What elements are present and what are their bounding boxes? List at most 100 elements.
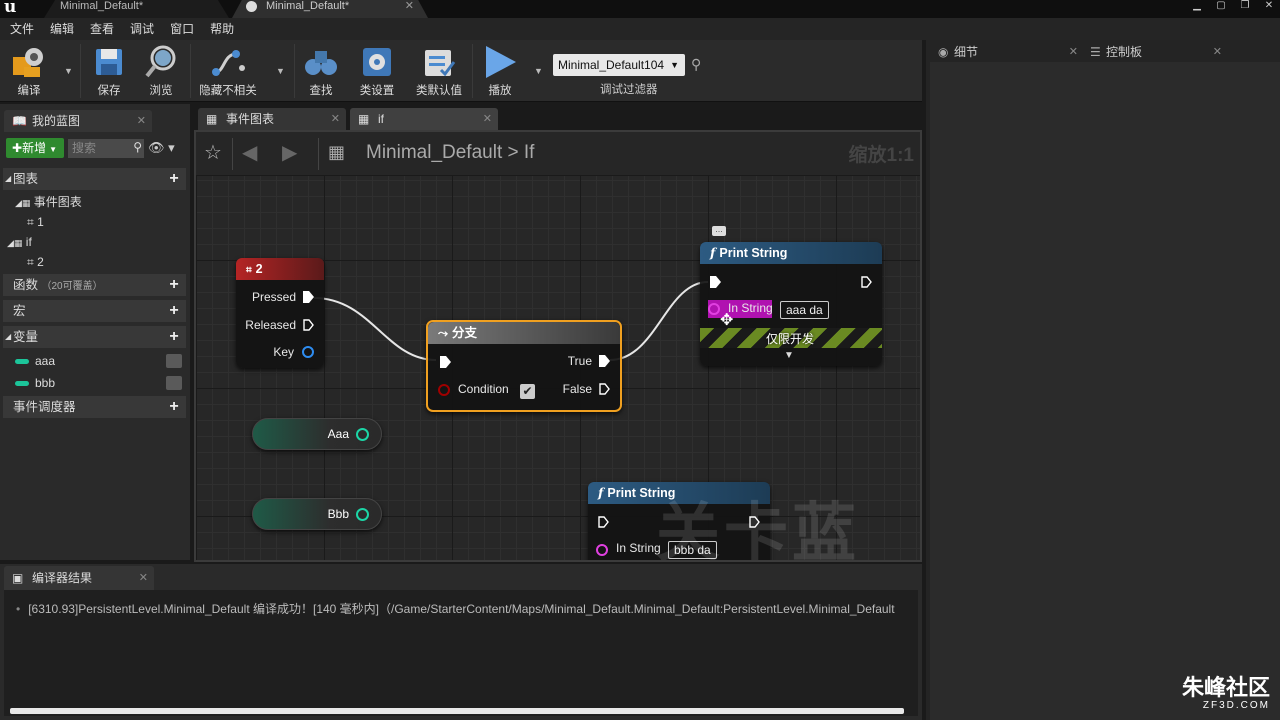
class-settings-button[interactable]: 类设置 bbox=[355, 42, 399, 100]
section-functions[interactable]: 函数 （20可覆盖） + bbox=[3, 274, 186, 296]
section-macros[interactable]: 宏 + bbox=[3, 300, 186, 322]
class-defaults-button[interactable]: 类默认值 bbox=[412, 42, 466, 100]
hide-unrelated-button[interactable]: 隐藏不相关 bbox=[196, 42, 260, 100]
exec-pin-out[interactable] bbox=[861, 276, 872, 288]
branch-node[interactable]: ⤳ 分支 True Condition ✔ False bbox=[426, 320, 622, 412]
search-input[interactable]: 搜索 ⚲ bbox=[68, 139, 144, 158]
browse-button[interactable]: 浏览 bbox=[140, 42, 182, 100]
data-pin-bool[interactable] bbox=[356, 508, 369, 521]
get-variable-aaa-node[interactable]: Aaa bbox=[252, 418, 382, 450]
visibility-toggle[interactable] bbox=[166, 354, 182, 368]
restore-icon[interactable]: ❐ bbox=[1240, 0, 1250, 14]
minimize-icon[interactable]: ▁ bbox=[1192, 0, 1202, 14]
add-new-button[interactable]: ✚新增 ▼ bbox=[6, 138, 64, 158]
menu-debug[interactable]: 调试 bbox=[126, 18, 166, 40]
close-icon[interactable]: ✕ bbox=[1069, 42, 1078, 62]
expand-advanced-icon[interactable]: ▼ bbox=[784, 350, 794, 361]
comment-bubble-icon[interactable]: … bbox=[712, 226, 726, 236]
section-event-dispatchers[interactable]: 事件调度器 + bbox=[3, 396, 186, 418]
menu-file[interactable]: 文件 bbox=[6, 18, 46, 40]
debug-filter-select[interactable]: Minimal_Default104 ▼ bbox=[553, 54, 685, 76]
graph-icon: ▦ bbox=[206, 112, 218, 126]
tree-item-event-2[interactable]: ⌗ 2 bbox=[3, 252, 186, 272]
search-placeholder: 搜索 bbox=[72, 141, 97, 155]
menu-view[interactable]: 查看 bbox=[86, 18, 126, 40]
data-pin-condition[interactable] bbox=[438, 384, 450, 396]
tree-item-event-graph[interactable]: ◢▦ 事件图表 bbox=[3, 192, 186, 212]
toolbar-divider bbox=[294, 44, 295, 98]
play-options-icon[interactable]: ▼ bbox=[534, 66, 543, 76]
document-tab-2[interactable]: Minimal_Default* ✕ bbox=[232, 0, 428, 18]
pin-key-label: Key bbox=[273, 345, 294, 359]
brand-watermark: 朱峰社区 ZF3D.COM bbox=[1182, 676, 1270, 712]
add-dispatcher-icon[interactable]: + bbox=[166, 396, 182, 418]
tab-if[interactable]: ▦ if ✕ bbox=[350, 108, 498, 130]
pin-false-label: False bbox=[562, 382, 592, 396]
tab-compiler-results[interactable]: ▣ 编译器结果 ✕ bbox=[4, 566, 154, 590]
add-variable-icon[interactable]: + bbox=[166, 326, 182, 348]
close-icon[interactable]: ✕ bbox=[483, 108, 492, 130]
play-button[interactable]: 播放 bbox=[478, 42, 522, 100]
save-label: 保存 bbox=[97, 85, 121, 97]
exec-pin-false[interactable] bbox=[599, 383, 610, 395]
print-string-node-1[interactable]: f Print String In String aaa da 仅限开发 ▼ bbox=[700, 242, 882, 366]
exec-pin-released[interactable] bbox=[303, 319, 314, 331]
in-string-input[interactable]: aaa da bbox=[780, 301, 829, 319]
level-icon bbox=[246, 1, 257, 12]
search-icon[interactable]: ⚲ bbox=[691, 56, 701, 73]
condition-checkbox[interactable]: ✔ bbox=[520, 384, 535, 399]
graph-editor[interactable]: ☆ ◀ ▶ ▦ Minimal_Default > If 缩放1:1 ⌗ 2 Pr… bbox=[194, 130, 922, 562]
log-line[interactable]: • [6310.93]PersistentLevel.Minimal_Defaul… bbox=[16, 600, 912, 617]
node-title: Print String bbox=[719, 246, 788, 260]
tree-item-event-1[interactable]: ⌗ 1 bbox=[3, 212, 186, 232]
exec-pin-pressed[interactable] bbox=[303, 291, 314, 303]
close-window-icon[interactable]: ✕ bbox=[1264, 0, 1274, 14]
eye-icon[interactable]: 👁 ▾ bbox=[148, 140, 175, 156]
exec-pin-in[interactable] bbox=[440, 356, 451, 368]
find-button[interactable]: 查找 bbox=[300, 42, 342, 100]
compile-button[interactable]: 编译 bbox=[6, 42, 52, 100]
save-button[interactable]: 保存 bbox=[88, 42, 130, 100]
close-icon[interactable]: ✕ bbox=[137, 110, 146, 132]
visibility-toggle[interactable] bbox=[166, 376, 182, 390]
document-tab-1[interactable]: Minimal_Default* bbox=[44, 0, 229, 18]
section-graphs[interactable]: ◢ 图表 + bbox=[3, 168, 186, 190]
menu-help[interactable]: 帮助 bbox=[206, 18, 246, 40]
tree-item-if[interactable]: ◢▦ if bbox=[3, 232, 186, 252]
data-pin-bool[interactable] bbox=[356, 428, 369, 441]
close-icon[interactable]: ✕ bbox=[331, 108, 340, 130]
get-variable-bbb-node[interactable]: Bbb bbox=[252, 498, 382, 530]
tab-my-blueprint[interactable]: 📖 我的蓝图 ✕ bbox=[4, 110, 152, 132]
hide-unrelated-options-icon[interactable]: ▼ bbox=[276, 66, 285, 76]
key-event-node[interactable]: ⌗ 2 Pressed Released Key bbox=[236, 258, 324, 368]
compile-options-icon[interactable]: ▼ bbox=[64, 66, 73, 76]
exec-pin-true[interactable] bbox=[599, 355, 610, 367]
maximize-icon[interactable]: ▢ bbox=[1216, 0, 1226, 14]
wire-true-to-print bbox=[609, 281, 709, 361]
data-pin-in-string[interactable] bbox=[596, 544, 608, 556]
data-pin-in-string[interactable] bbox=[708, 303, 720, 315]
variable-item-aaa[interactable]: aaa bbox=[3, 351, 186, 371]
tab-details[interactable]: ◉ 细节 ✕ bbox=[934, 42, 1082, 62]
section-variables[interactable]: ◢ 变量 + bbox=[3, 326, 186, 348]
tab-palette[interactable]: ☰ 控制板 ✕ bbox=[1086, 42, 1226, 62]
node-graph-icon bbox=[196, 42, 260, 82]
add-graph-icon[interactable]: + bbox=[166, 168, 182, 190]
data-pin-key[interactable] bbox=[302, 346, 314, 358]
tab-event-graph[interactable]: ▦ 事件图表 ✕ bbox=[198, 108, 346, 130]
menu-edit[interactable]: 编辑 bbox=[46, 18, 86, 40]
variable-item-bbb[interactable]: bbb bbox=[3, 373, 186, 393]
exec-pin-in[interactable] bbox=[598, 516, 609, 528]
close-icon[interactable]: ✕ bbox=[139, 566, 148, 590]
exec-pin-in[interactable] bbox=[710, 276, 721, 288]
add-function-icon[interactable]: + bbox=[166, 274, 182, 296]
function-icon: f bbox=[710, 245, 716, 260]
tree-item-label: 事件图表 bbox=[33, 195, 82, 209]
close-icon[interactable]: ✕ bbox=[1213, 42, 1222, 62]
close-icon[interactable]: ✕ bbox=[405, 0, 414, 13]
add-macro-icon[interactable]: + bbox=[166, 300, 182, 322]
my-blueprint-tabbar: 📖 我的蓝图 ✕ bbox=[0, 108, 190, 132]
menu-window[interactable]: 窗口 bbox=[166, 18, 206, 40]
horizontal-scrollbar[interactable] bbox=[10, 708, 904, 714]
collapse-icon: ◢ bbox=[5, 174, 12, 183]
